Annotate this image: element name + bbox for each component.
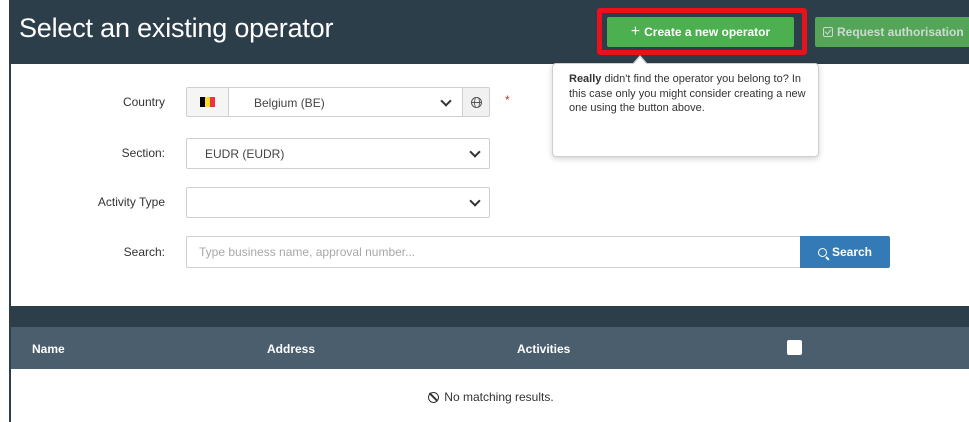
results-table-body: No matching results.	[11, 369, 969, 422]
create-operator-button[interactable]: + Create a new operator	[607, 17, 794, 47]
country-label: Country	[122, 95, 165, 109]
select-all-checkbox[interactable]	[787, 340, 802, 355]
belgium-flag-icon	[200, 97, 215, 107]
create-operator-tooltip: Really didn't find the operator you belo…	[552, 63, 819, 157]
column-header-name[interactable]: Name	[32, 342, 65, 356]
search-button-label: Search	[831, 245, 873, 259]
page-title: Select an existing operator	[19, 13, 334, 43]
activity-type-select[interactable]	[186, 187, 490, 218]
section-label: Section:	[121, 146, 165, 160]
ban-icon	[428, 391, 440, 403]
country-select[interactable]: Belgium (BE)	[228, 87, 463, 117]
chevron-down-icon	[440, 95, 452, 107]
tooltip-text: didn't find the operator you belong to? …	[569, 73, 806, 114]
required-marker: *	[505, 93, 510, 107]
results-table-header: Name Address Activities	[11, 327, 969, 369]
section-select[interactable]: EUDR (EUDR)	[186, 138, 490, 169]
empty-results-message: No matching results.	[444, 390, 554, 404]
tooltip-emphasis: Really	[569, 73, 602, 85]
country-select-value: Belgium (BE)	[254, 96, 325, 110]
plus-icon: +	[630, 22, 641, 40]
request-authorisation-label: Request authorisation	[837, 25, 964, 39]
create-operator-label: Create a new operator	[644, 25, 771, 39]
chevron-down-icon	[469, 146, 481, 158]
column-header-address[interactable]: Address	[267, 342, 315, 356]
chevron-down-icon	[469, 195, 481, 207]
column-header-activities[interactable]: Activities	[517, 342, 570, 356]
country-globe-button[interactable]	[462, 87, 490, 117]
check-square-icon	[823, 27, 833, 37]
search-input[interactable]	[186, 236, 801, 268]
results-toolbar	[11, 306, 969, 327]
country-flag-addon	[186, 87, 229, 117]
empty-results-row: No matching results.	[11, 390, 969, 404]
tooltip-arrow-fill	[633, 57, 647, 65]
operator-panel: Select an existing operator + Create a n…	[9, 0, 969, 422]
search-label: Search:	[123, 245, 165, 259]
section-select-value: EUDR (EUDR)	[205, 147, 285, 161]
search-button[interactable]: Search	[800, 236, 890, 268]
page-edge	[0, 0, 9, 422]
globe-icon	[471, 97, 482, 108]
search-icon	[817, 247, 827, 257]
request-authorisation-button[interactable]: Request authorisation	[815, 17, 969, 47]
activity-type-label: Activity Type	[97, 195, 165, 209]
